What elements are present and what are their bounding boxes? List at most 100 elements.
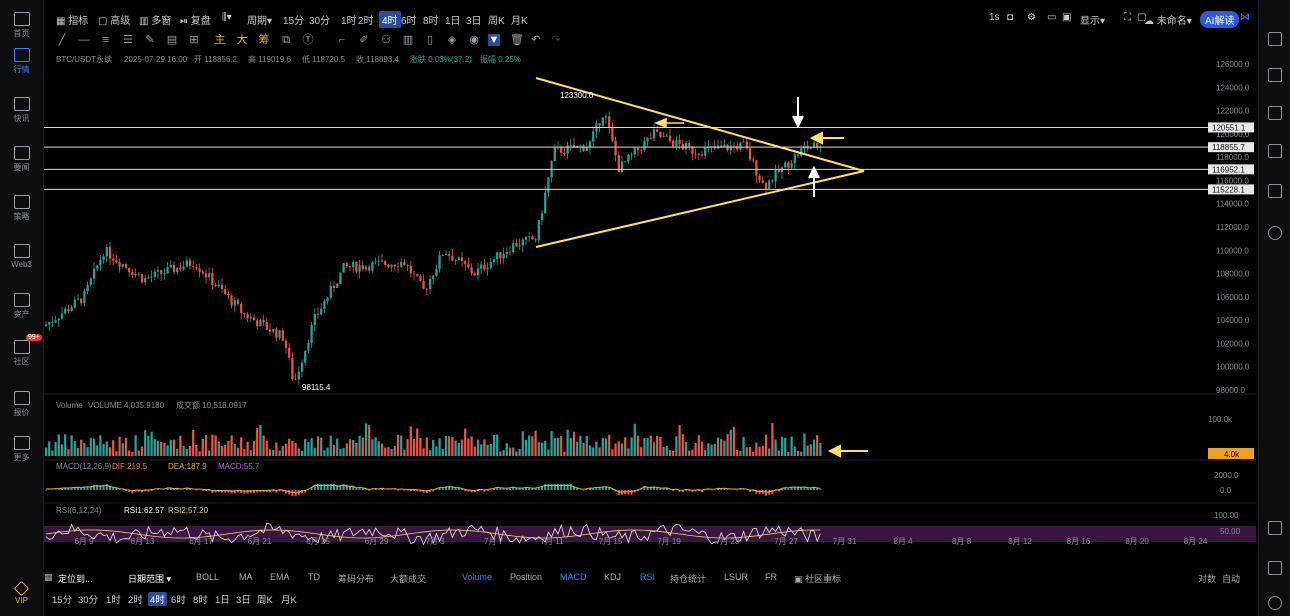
- fib-tool-icon[interactable]: ☰: [122, 34, 134, 46]
- panel-icon[interactable]: [1268, 521, 1282, 535]
- ind-volume[interactable]: Volume: [462, 572, 492, 582]
- settings-icon[interactable]: ⚙: [1027, 12, 1036, 23]
- text-tool-icon[interactable]: Ⓣ: [302, 34, 314, 46]
- interval-selector[interactable]: 1s: [989, 12, 1000, 23]
- btf-month[interactable]: 月K: [281, 592, 297, 606]
- nav-assets[interactable]: 资产: [0, 293, 43, 320]
- multi-window-button[interactable]: ▥ 多窗: [139, 12, 171, 27]
- replay-button[interactable]: ⏯ 复盘: [180, 12, 211, 27]
- visibility-icon[interactable]: ◉: [468, 34, 480, 46]
- period-dropdown[interactable]: 周期▾: [247, 12, 272, 27]
- ind-oi-stats[interactable]: 持仓统计: [670, 572, 706, 585]
- ai-interpret-button[interactable]: AI解读: [1200, 11, 1240, 28]
- ind-lsur[interactable]: LSUR: [724, 572, 748, 582]
- parallel-lines-icon[interactable]: ≡: [100, 34, 112, 46]
- btf-8h[interactable]: 8时: [193, 592, 208, 606]
- ind-boll[interactable]: BOLL: [196, 572, 219, 582]
- btf-1d[interactable]: 1日: [215, 592, 230, 606]
- brush-icon[interactable]: ◈: [446, 34, 458, 46]
- ind-ma[interactable]: MA: [239, 572, 253, 582]
- btf-30m[interactable]: 30分: [78, 592, 98, 606]
- nav-market[interactable]: 行情: [0, 48, 43, 75]
- date-range-dropdown[interactable]: 日期范围 ▾: [128, 572, 171, 585]
- chat-icon[interactable]: [1268, 561, 1282, 575]
- calendar-icon[interactable]: ▦: [44, 572, 53, 583]
- tf-3d[interactable]: 3日: [466, 12, 482, 27]
- btf-3d[interactable]: 3日: [236, 592, 251, 606]
- trades-icon[interactable]: [1268, 106, 1282, 120]
- ind-kdj[interactable]: KDJ: [604, 572, 621, 582]
- tf-30m[interactable]: 30分: [309, 12, 330, 27]
- big-marker-icon[interactable]: 大: [236, 34, 248, 46]
- chart-type-button[interactable]: ⫼▾: [222, 12, 232, 23]
- tf-8h[interactable]: 8时: [423, 12, 439, 27]
- ind-macd[interactable]: MACD: [560, 572, 587, 582]
- display-button[interactable]: 显示▾: [1080, 12, 1105, 27]
- nav-strategy[interactable]: 策略: [0, 195, 43, 222]
- tf-month[interactable]: 月K: [511, 12, 528, 27]
- btf-6h[interactable]: 6时: [171, 592, 186, 606]
- advanced-button[interactable]: ▢ 高级: [98, 12, 130, 27]
- pen-tool-icon[interactable]: ✎: [144, 34, 156, 46]
- ind-position[interactable]: Position: [510, 572, 542, 582]
- btf-2h[interactable]: 2时: [128, 592, 143, 606]
- share-image-icon[interactable]: ▣: [1062, 12, 1071, 23]
- orderbook-icon[interactable]: [1268, 68, 1282, 82]
- undo-icon[interactable]: ↶: [530, 34, 542, 46]
- triangle-pattern[interactable]: [535, 77, 865, 248]
- ind-fr[interactable]: FR: [765, 572, 777, 582]
- select-cursor-icon[interactable]: ▼: [488, 34, 500, 46]
- btf-4h[interactable]: 4时: [148, 592, 167, 606]
- layout-icon[interactable]: ▭: [1047, 12, 1056, 23]
- auto-scale-toggle[interactable]: 自动: [1222, 572, 1240, 585]
- nav-flash-news[interactable]: 快讯: [0, 97, 43, 124]
- horizontal-levels[interactable]: 120551.1 118855.7 116952.1 115228.1: [44, 122, 1254, 195]
- trash-icon[interactable]: 🗑: [510, 34, 524, 46]
- indicators-button[interactable]: ▦ 指标: [56, 12, 88, 27]
- nav-headlines[interactable]: 要闻: [0, 146, 43, 173]
- tf-1d[interactable]: 1日: [445, 12, 461, 27]
- ind-ema[interactable]: EMA: [270, 572, 290, 582]
- btf-week[interactable]: 周K: [257, 592, 273, 606]
- nav-community[interactable]: 社区 99+: [0, 334, 43, 367]
- ind-rsi[interactable]: RSI: [640, 572, 655, 582]
- btf-1h[interactable]: 1时: [106, 592, 121, 606]
- main-marker-icon[interactable]: 主: [214, 34, 226, 46]
- watchlist-icon[interactable]: [1268, 144, 1282, 158]
- clipboard-icon[interactable]: ▯: [424, 34, 436, 46]
- tf-week[interactable]: 周K: [488, 12, 505, 27]
- tf-1h[interactable]: 1时: [341, 12, 357, 27]
- ind-chip[interactable]: 筹码分布: [338, 572, 374, 585]
- nav-web3[interactable]: Web3: [0, 244, 43, 269]
- nav-home[interactable]: 首页: [0, 12, 43, 39]
- chart-area[interactable]: BTC/USDT永续 2025-07-29 16:00 开 118856.2 高…: [44, 52, 1256, 548]
- alerts-icon[interactable]: [1268, 184, 1282, 198]
- copy-icon[interactable]: ⧉: [280, 34, 292, 46]
- nav-quote[interactable]: 报价: [0, 391, 43, 418]
- nav-more[interactable]: 更多: [0, 436, 43, 463]
- nav-vip[interactable]: VIP: [0, 580, 43, 605]
- locate-button[interactable]: 定位到...: [58, 572, 93, 585]
- chip-marker-icon[interactable]: 筹: [258, 34, 270, 46]
- magnet-icon[interactable]: ⌐: [336, 34, 348, 46]
- trendline-tool-icon[interactable]: ╱: [56, 34, 68, 46]
- ray-tool-icon[interactable]: —: [78, 34, 90, 46]
- measure-tool-icon[interactable]: ⊞: [188, 34, 200, 46]
- redo-icon[interactable]: ↷: [550, 34, 562, 46]
- hide-drawing-icon[interactable]: ⚇: [380, 34, 392, 46]
- lock-drawing-icon[interactable]: ✐: [358, 34, 370, 46]
- cloud-layout-button[interactable]: ☁ 未命名▾: [1144, 12, 1192, 27]
- tf-6h[interactable]: 6时: [401, 12, 417, 27]
- history-icon[interactable]: [1268, 226, 1282, 240]
- tf-15m[interactable]: 15分: [283, 12, 304, 27]
- ind-td[interactable]: TD: [308, 572, 320, 582]
- mascot-icon[interactable]: [1268, 596, 1282, 610]
- candlestick-chart[interactable]: BTC/USDT永续 2025-07-29 16:00 开 118856.2 高…: [44, 52, 1256, 548]
- log-scale-toggle[interactable]: 对数: [1198, 572, 1216, 585]
- btf-15m[interactable]: 15分: [52, 592, 72, 606]
- ind-large-trades[interactable]: 大额成交: [390, 572, 426, 585]
- camera-icon[interactable]: ◘: [1007, 12, 1013, 23]
- ind-community[interactable]: ▣ 社区重标: [794, 572, 841, 585]
- fullscreen-icon[interactable]: ⛶: [1124, 12, 1131, 23]
- layers-icon[interactable]: ▥: [402, 34, 414, 46]
